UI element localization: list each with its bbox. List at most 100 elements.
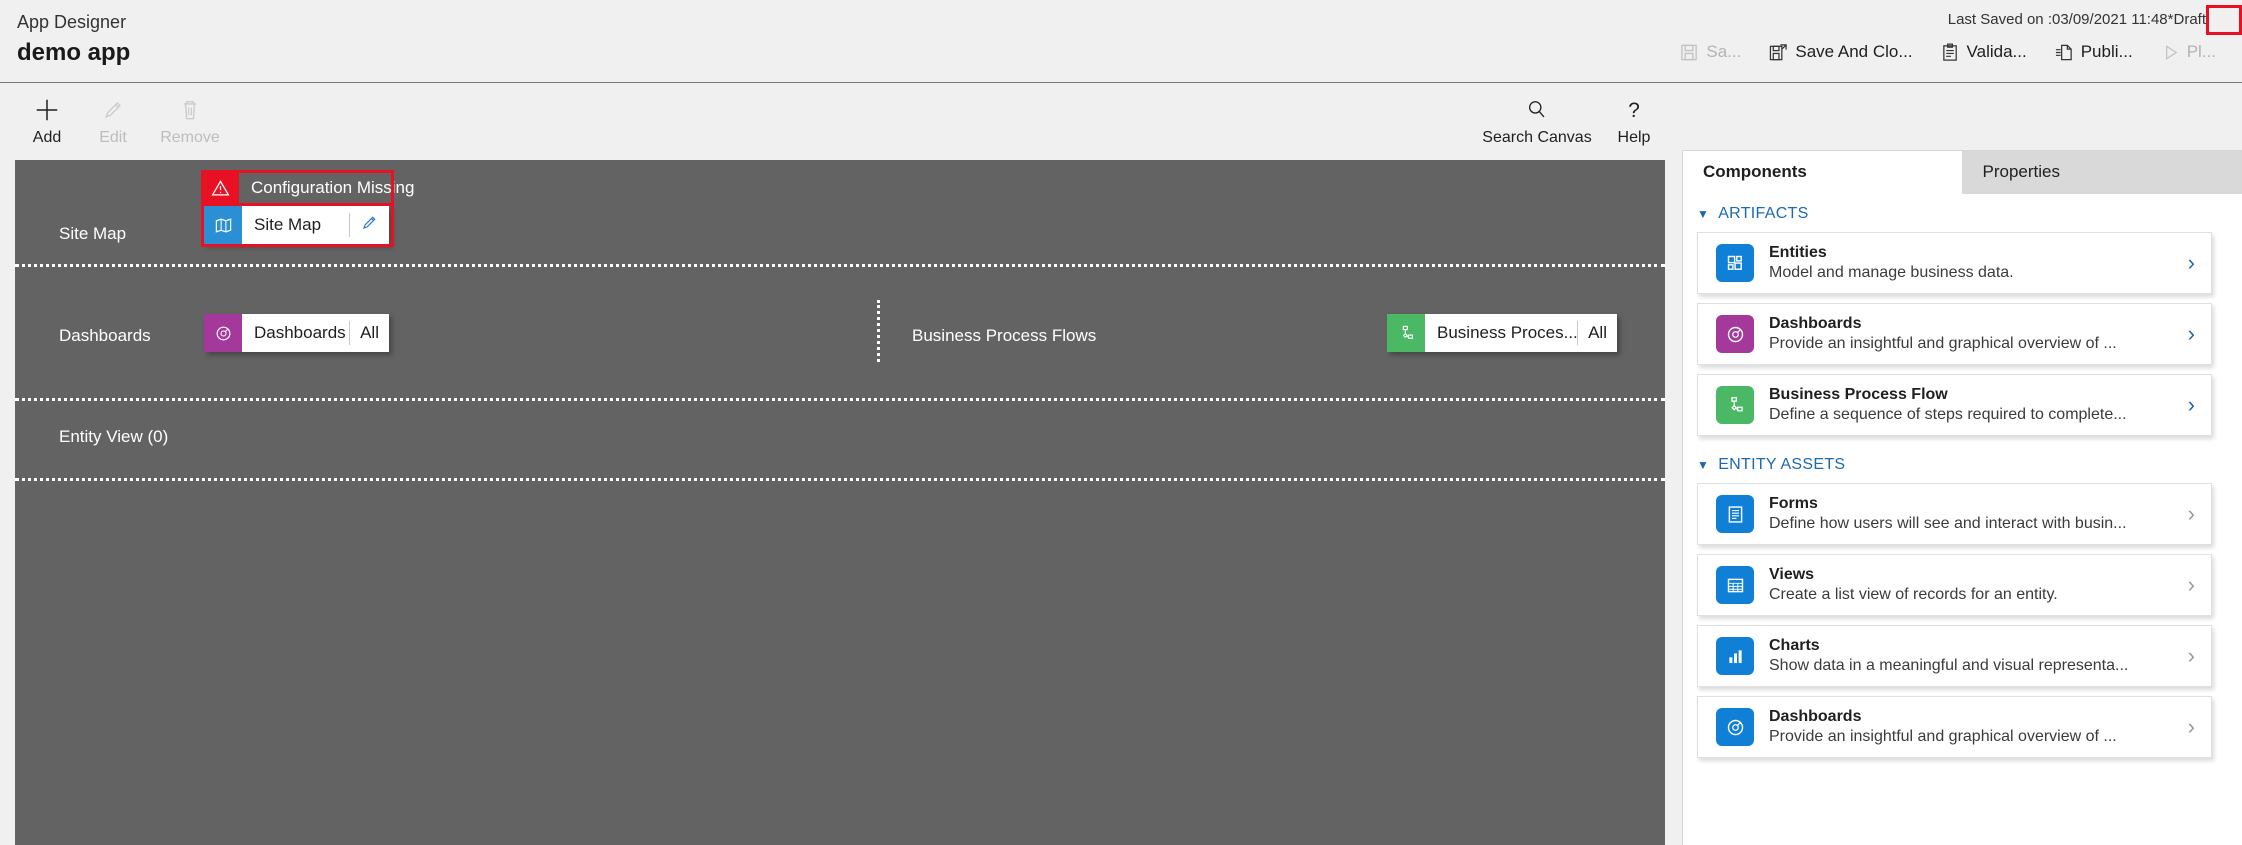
pencil-icon	[72, 93, 154, 127]
card-title: Dashboards	[1769, 708, 1862, 725]
component-card-views[interactable]: Views Create a list view of records for …	[1697, 554, 2212, 616]
card-description: Create a list view of records for an ent…	[1769, 586, 2058, 603]
bpf-icon	[1716, 386, 1754, 424]
component-card-entities[interactable]: Entities Model and manage business data.…	[1697, 232, 2212, 294]
sitemap-edit-button[interactable]	[350, 206, 389, 244]
component-card-dashboards-entity-assets[interactable]: Dashboards Provide an insightful and gra…	[1697, 696, 2212, 758]
publish-label: Publi...	[2080, 42, 2133, 61]
remove-label: Remove	[160, 129, 220, 146]
bpf-tile[interactable]: Business Proces... All	[1387, 314, 1617, 352]
publish-button[interactable]: Publi...	[2041, 38, 2147, 66]
dashboard-gauge-icon	[1716, 708, 1754, 746]
draft-badge: *Draft	[2167, 11, 2206, 28]
validate-button[interactable]: Valida...	[1927, 38, 2041, 66]
card-title: Business Process Flow	[1769, 386, 1948, 403]
last-saved-status: Last Saved on :03/09/2021 11:48*Draft	[1948, 11, 2206, 28]
card-description: Model and manage business data.	[1769, 264, 2014, 281]
chevron-down-icon: ▼	[1697, 458, 1710, 472]
card-text: Forms Define how users will see and inte…	[1769, 495, 2188, 533]
help-label: Help	[1617, 129, 1651, 146]
map-icon	[204, 206, 242, 244]
component-card-charts[interactable]: Charts Show data in a meaningful and vis…	[1697, 625, 2212, 687]
dashboards-tile[interactable]: Dashboards All	[204, 314, 389, 352]
card-description: Show data in a meaningful and visual rep…	[1769, 657, 2129, 674]
app-designer-window: App Designer demo app Last Saved on :03/…	[0, 0, 2242, 845]
card-text: Charts Show data in a meaningful and vis…	[1769, 637, 2188, 675]
chevron-right-icon[interactable]: ›	[2188, 716, 2195, 738]
search-canvas-button[interactable]: Search Canvas	[1477, 93, 1597, 147]
svg-text:?: ?	[1628, 99, 1640, 122]
configuration-missing-text: Configuration Missing	[251, 178, 415, 197]
save-and-close-label: Save And Clo...	[1795, 42, 1913, 61]
page-title: demo app	[17, 39, 131, 66]
search-canvas-label: Search Canvas	[1482, 129, 1592, 146]
tool-ribbon: Add Edit Remove Search Canvas ? Help	[0, 82, 2242, 160]
component-card-forms[interactable]: Forms Define how users will see and inte…	[1697, 483, 2212, 545]
last-saved-text: Last Saved on :03/09/2021 11:48	[1947, 11, 2168, 28]
play-button[interactable]: Pl...	[2147, 38, 2230, 66]
designer-canvas[interactable]: Site Map Configuration Missing Site Map	[15, 160, 1665, 845]
command-bar: Sa... Save And Clo... Valida... Publi...…	[1666, 38, 2230, 66]
panel-tabs: Components Properties	[1683, 150, 2242, 194]
save-icon	[1680, 43, 1699, 62]
configuration-missing-warning: Configuration Missing	[201, 173, 414, 203]
views-grid-icon	[1716, 566, 1754, 604]
chevron-right-icon[interactable]: ›	[2188, 574, 2195, 596]
remove-button[interactable]: Remove	[149, 93, 231, 147]
group-title-artifacts: ARTIFACTS	[1718, 205, 1809, 222]
save-and-close-icon	[1769, 43, 1788, 62]
question-icon: ?	[1594, 93, 1674, 127]
validate-icon	[1941, 43, 1960, 62]
chevron-right-icon[interactable]: ›	[2188, 323, 2195, 345]
card-description: Provide an insightful and graphical over…	[1769, 335, 2117, 352]
publish-icon	[2055, 43, 2074, 62]
sitemap-tile[interactable]: Site Map	[204, 206, 389, 244]
card-title: Entities	[1769, 244, 1827, 261]
card-description: Define how users will see and interact w…	[1769, 515, 2127, 532]
bpf-tile-name: Business Proces...	[1437, 323, 1578, 342]
chevron-right-icon[interactable]: ›	[2188, 394, 2195, 416]
save-button[interactable]: Sa...	[1666, 38, 1755, 66]
tab-properties[interactable]: Properties	[1962, 150, 2242, 194]
column-divider	[877, 300, 880, 362]
card-text: Views Create a list view of records for …	[1769, 566, 2188, 604]
search-icon	[1477, 93, 1597, 127]
bpf-tile-badge[interactable]: All	[1578, 314, 1617, 352]
header: App Designer demo app Last Saved on :03/…	[0, 0, 2242, 82]
right-panel: Components Properties ▼ ARTIFACTS Entiti…	[1682, 150, 2242, 845]
card-title: Forms	[1769, 495, 1818, 512]
forms-icon	[1716, 495, 1754, 533]
component-card-dashboards-artifacts[interactable]: Dashboards Provide an insightful and gra…	[1697, 303, 2212, 365]
dashboards-tile-name: Dashboards	[254, 323, 346, 342]
dashboards-tile-badge[interactable]: All	[350, 314, 389, 352]
sitemap-tile-name: Site Map	[254, 215, 322, 234]
chevron-right-icon[interactable]: ›	[2188, 503, 2195, 525]
edit-label: Edit	[99, 129, 127, 146]
card-text: Entities Model and manage business data.	[1769, 244, 2188, 282]
group-header-artifacts[interactable]: ▼ ARTIFACTS	[1683, 194, 2242, 232]
dashboard-gauge-icon	[204, 314, 242, 352]
chevron-right-icon[interactable]: ›	[2188, 252, 2195, 274]
row-label-bpf: Business Process Flows	[912, 326, 1097, 345]
tab-components[interactable]: Components	[1683, 150, 1963, 194]
chevron-down-icon: ▼	[1697, 207, 1710, 221]
draft-highlight-box	[2206, 5, 2242, 35]
component-card-business-process-flow[interactable]: Business Process Flow Define a sequence …	[1697, 374, 2212, 436]
group-header-entity-assets[interactable]: ▼ ENTITY ASSETS	[1683, 445, 2242, 483]
row-divider	[15, 478, 1665, 481]
entities-icon	[1716, 244, 1754, 282]
card-description: Define a sequence of steps required to c…	[1769, 406, 2127, 423]
group-title-entity-assets: ENTITY ASSETS	[1718, 456, 1846, 473]
play-icon	[2161, 43, 2180, 62]
charts-bar-icon	[1716, 637, 1754, 675]
edit-button[interactable]: Edit	[72, 93, 154, 147]
app-designer-label: App Designer	[17, 12, 127, 32]
canvas-row-entity-view: Entity View (0)	[15, 398, 1665, 481]
row-label-sitemap: Site Map	[59, 224, 127, 243]
chevron-right-icon[interactable]: ›	[2188, 645, 2195, 667]
card-title: Charts	[1769, 637, 1820, 654]
canvas-row-sitemap: Site Map Configuration Missing Site Map	[15, 160, 1665, 267]
save-and-close-button[interactable]: Save And Clo...	[1755, 38, 1926, 66]
help-button[interactable]: ? Help	[1594, 93, 1674, 147]
card-text: Business Process Flow Define a sequence …	[1769, 386, 2188, 424]
